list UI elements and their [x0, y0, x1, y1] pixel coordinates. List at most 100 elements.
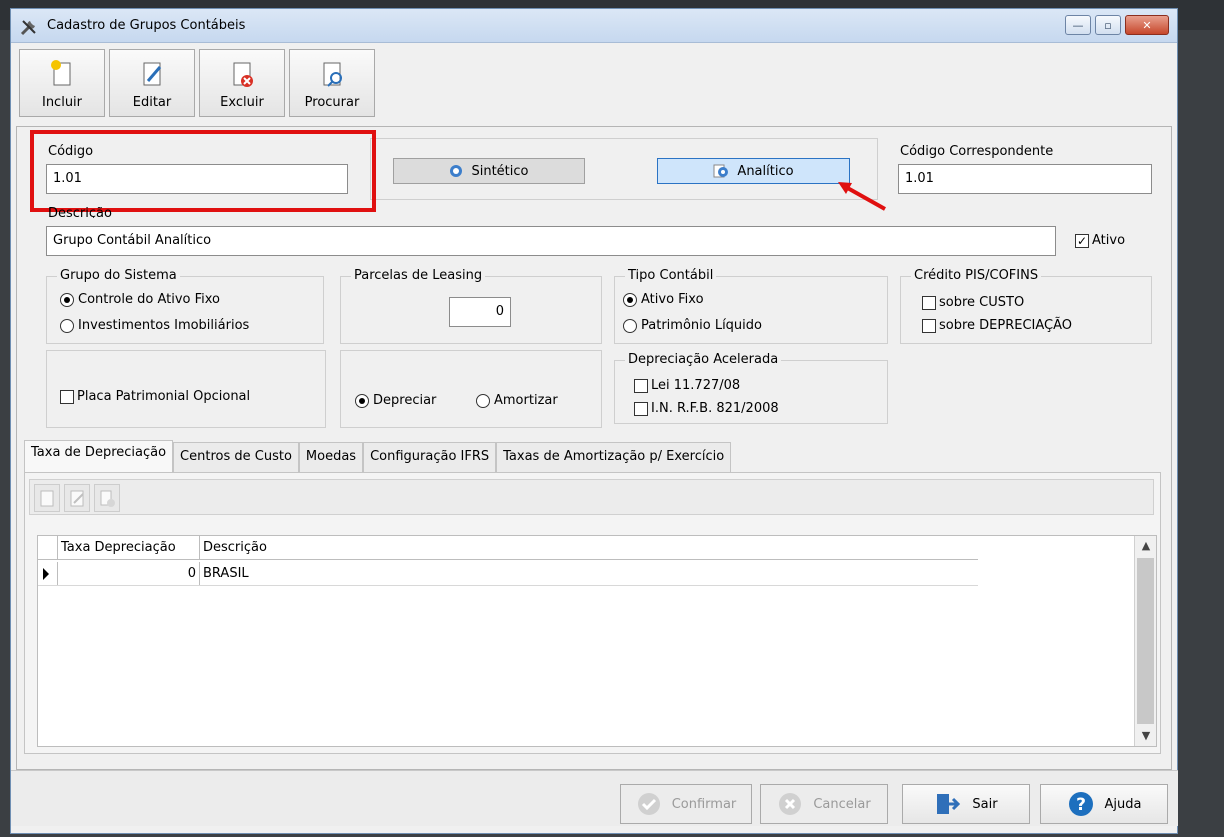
- descricao-input[interactable]: Grupo Contábil Analítico: [46, 226, 1056, 256]
- cancel-icon: [779, 793, 802, 815]
- tab-strip: Taxa de Depreciação Centros de Custo Moe…: [24, 440, 732, 472]
- search-document-icon: [323, 62, 342, 87]
- column-header-descricao[interactable]: Descrição: [200, 536, 978, 559]
- depreciar-option[interactable]: Depreciar: [355, 393, 436, 408]
- cell-taxa[interactable]: 0: [58, 562, 200, 585]
- placa-check-box[interactable]: [60, 389, 74, 404]
- delete-row-icon: [100, 490, 115, 507]
- codigo-correspondente-input[interactable]: 1.01: [898, 164, 1152, 194]
- title-bar[interactable]: Cadastro de Grupos Contábeis — ▫ ✕: [11, 9, 1177, 43]
- tab-content: Taxa Depreciação Descrição 0 BRASIL ▲ ▼: [24, 472, 1161, 754]
- amortizar-label: Amortizar: [494, 393, 558, 408]
- row-indicator-icon: [38, 562, 58, 585]
- tipo-contabil-option-2[interactable]: Patrimônio Líquido: [623, 318, 762, 333]
- grupo-sistema-option-2[interactable]: Investimentos Imobiliários: [60, 318, 249, 333]
- tab-centros-custo[interactable]: Centros de Custo: [173, 442, 299, 472]
- depreciar-group: [340, 350, 602, 428]
- sintetico-label: Sintético: [471, 163, 529, 179]
- in-rfb-checkbox[interactable]: I.N. R.F.B. 821/2008: [634, 401, 779, 416]
- grupo-sistema-option-1[interactable]: Controle do Ativo Fixo: [60, 292, 220, 307]
- radio-selected-icon[interactable]: [355, 393, 369, 408]
- tools-icon: [20, 20, 36, 36]
- depreciation-grid: Taxa Depreciação Descrição 0 BRASIL ▲ ▼: [37, 535, 1157, 747]
- vertical-scrollbar[interactable]: ▲ ▼: [1134, 536, 1156, 746]
- grupo-sistema-option-2-label: Investimentos Imobiliários: [78, 318, 250, 333]
- svg-text:?: ?: [1076, 795, 1086, 815]
- cell-descricao[interactable]: BRASIL: [200, 562, 978, 585]
- highlight-frame: [30, 130, 376, 212]
- in-rfb-check-box[interactable]: [634, 401, 648, 416]
- radio-selected-icon[interactable]: [623, 292, 637, 307]
- radio-selected-icon[interactable]: [60, 292, 74, 307]
- sobre-depreciacao-check-box[interactable]: [922, 318, 936, 333]
- maximize-button[interactable]: ▫: [1095, 15, 1121, 35]
- tipo-contabil-option-1-label: Ativo Fixo: [641, 292, 704, 307]
- cancelar-label: Cancelar: [813, 796, 871, 812]
- sair-button[interactable]: Sair: [902, 784, 1030, 824]
- sobre-custo-checkbox[interactable]: sobre CUSTO: [922, 295, 1024, 310]
- new-document-icon: [51, 60, 71, 86]
- ativo-label: Ativo: [1092, 233, 1126, 248]
- radio-unselected-icon[interactable]: [623, 318, 637, 333]
- scroll-thumb[interactable]: [1137, 558, 1154, 724]
- procurar-button[interactable]: Procurar: [289, 49, 375, 117]
- help-icon: ?: [1068, 792, 1093, 816]
- sobre-depreciacao-checkbox[interactable]: sobre DEPRECIAÇÃO: [922, 318, 1072, 333]
- close-button[interactable]: ✕: [1125, 15, 1169, 35]
- window-title: Cadastro de Grupos Contábeis: [47, 18, 246, 33]
- column-header-taxa[interactable]: Taxa Depreciação: [58, 536, 200, 559]
- sobre-custo-check-box[interactable]: [922, 295, 936, 310]
- analitico-label: Analítico: [737, 163, 794, 179]
- incluir-button[interactable]: Incluir: [19, 49, 105, 117]
- tab-taxas-amortizacao[interactable]: Taxas de Amortização p/ Exercício: [496, 442, 732, 472]
- desktop-background-right: [1178, 30, 1224, 837]
- exit-icon: [937, 794, 961, 814]
- analitico-button[interactable]: Analítico: [657, 158, 850, 184]
- table-row[interactable]: 0 BRASIL: [38, 562, 978, 586]
- scroll-up-icon[interactable]: ▲: [1135, 536, 1157, 556]
- editar-label: Editar: [132, 95, 172, 110]
- ajuda-button[interactable]: ? Ajuda: [1040, 784, 1168, 824]
- radio-unselected-icon[interactable]: [476, 393, 490, 408]
- ativo-checkbox[interactable]: ✓ Ativo: [1075, 233, 1125, 248]
- incluir-label: Incluir: [41, 95, 83, 110]
- grupo-sistema-legend: Grupo do Sistema: [57, 268, 180, 283]
- credito-group: Crédito PIS/COFINS: [900, 268, 1152, 344]
- grid-delete-button[interactable]: [94, 484, 120, 512]
- grid-add-button[interactable]: [34, 484, 60, 512]
- codigo-correspondente-label: Código Correspondente: [900, 144, 1054, 159]
- confirmar-label: Confirmar: [671, 796, 737, 812]
- main-toolbar: Incluir Editar Excluir Procurar: [19, 49, 375, 119]
- grupo-sistema-group: Grupo do Sistema: [46, 268, 324, 344]
- lei-check-box[interactable]: [634, 378, 648, 393]
- amortizar-option[interactable]: Amortizar: [476, 393, 558, 408]
- leasing-input[interactable]: 0: [449, 297, 511, 327]
- tab-moedas[interactable]: Moedas: [298, 442, 364, 472]
- lei-label: Lei 11.727/08: [651, 378, 741, 393]
- cancelar-button[interactable]: Cancelar: [760, 784, 888, 824]
- tipo-contabil-option-1[interactable]: Ativo Fixo: [623, 292, 704, 307]
- depreciar-label: Depreciar: [373, 393, 437, 408]
- placa-checkbox[interactable]: Placa Patrimonial Opcional: [60, 389, 250, 404]
- editar-button[interactable]: Editar: [109, 49, 195, 117]
- scroll-down-icon[interactable]: ▼: [1135, 726, 1157, 746]
- tab-configuracao-ifrs[interactable]: Configuração IFRS: [363, 442, 497, 472]
- procurar-label: Procurar: [304, 95, 360, 110]
- excluir-button[interactable]: Excluir: [199, 49, 285, 117]
- minimize-button[interactable]: —: [1065, 15, 1091, 35]
- add-row-icon: [40, 490, 54, 507]
- leasing-legend: Parcelas de Leasing: [351, 268, 486, 283]
- grid-edit-button[interactable]: [64, 484, 90, 512]
- grid-header: Taxa Depreciação Descrição: [38, 536, 978, 560]
- tipo-contabil-option-2-label: Patrimônio Líquido: [641, 318, 762, 333]
- delete-document-icon: [233, 62, 253, 87]
- ativo-check-box[interactable]: ✓: [1075, 233, 1089, 248]
- confirmar-button[interactable]: Confirmar: [620, 784, 752, 824]
- sintetico-icon: [450, 165, 463, 177]
- in-rfb-label: I.N. R.F.B. 821/2008: [651, 401, 779, 416]
- radio-unselected-icon[interactable]: [60, 318, 74, 333]
- tab-taxa-depreciacao[interactable]: Taxa de Depreciação: [24, 440, 174, 472]
- lei-checkbox[interactable]: Lei 11.727/08: [634, 378, 740, 393]
- sintetico-button[interactable]: Sintético: [393, 158, 585, 184]
- depreciacao-acelerada-legend: Depreciação Acelerada: [625, 352, 782, 367]
